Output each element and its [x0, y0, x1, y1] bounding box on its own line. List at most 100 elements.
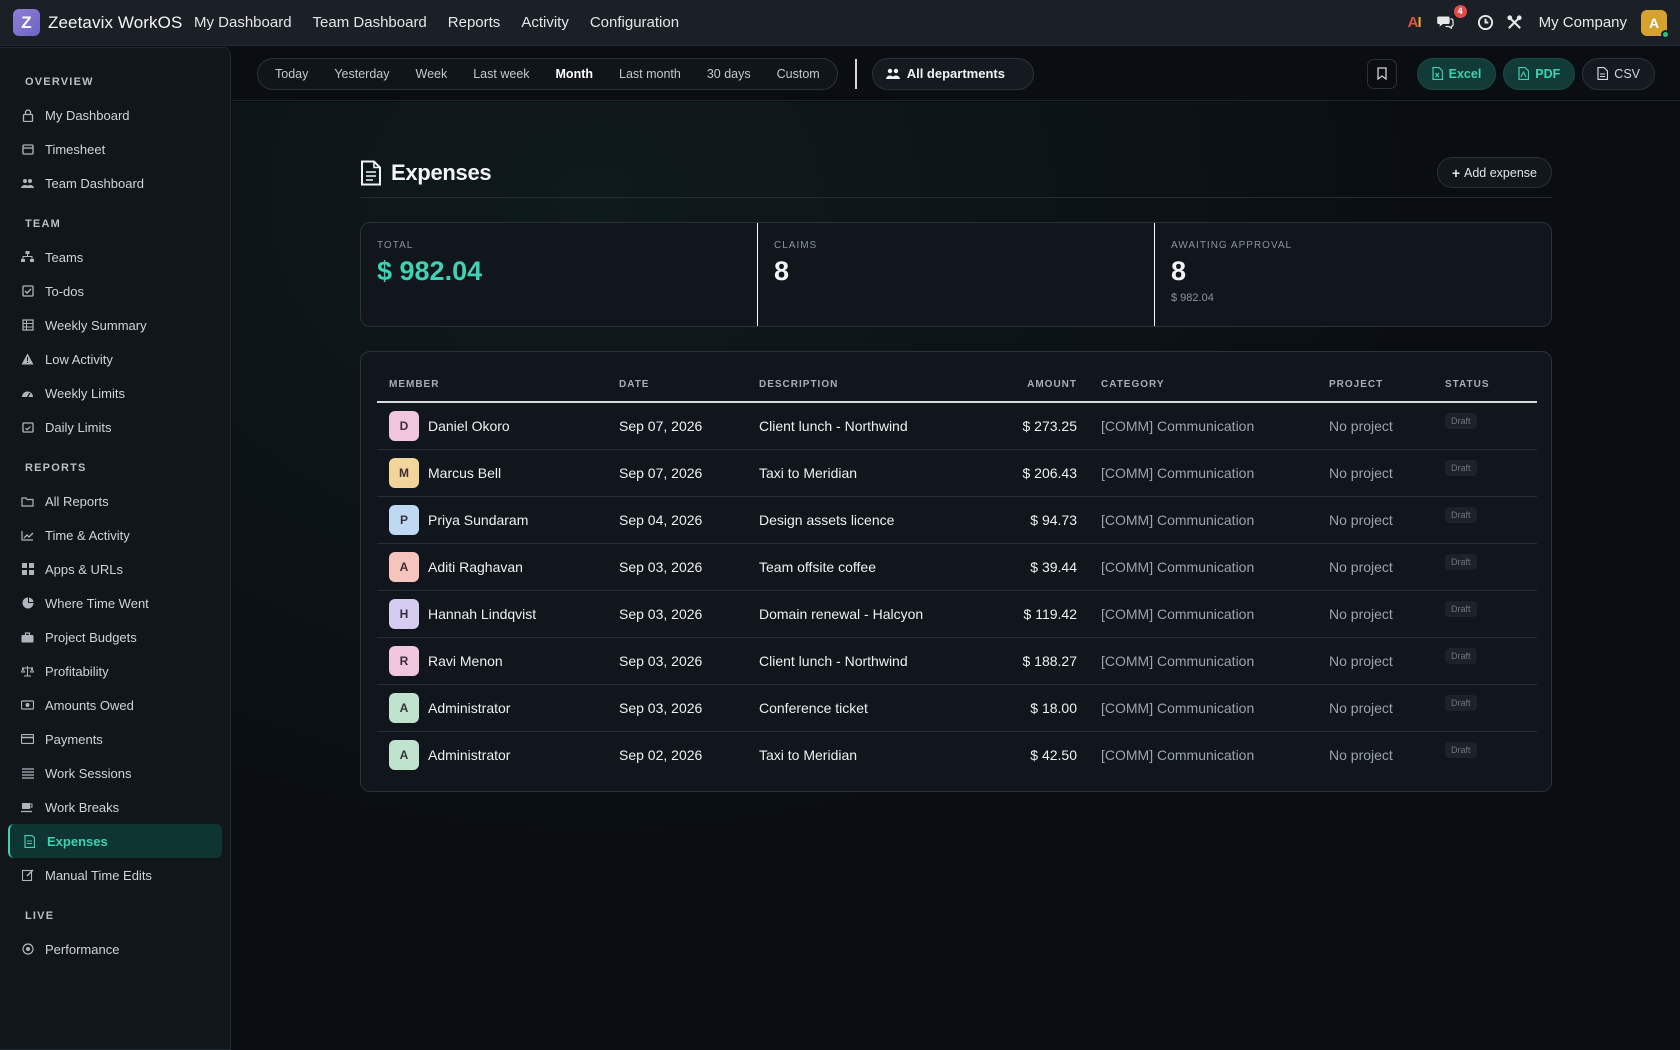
member-avatar: D: [389, 410, 419, 441]
member-info: M Marcus Bell: [389, 457, 607, 488]
sidebar-item-amounts-owed[interactable]: Amounts Owed: [8, 688, 222, 722]
sidebar-item-label: Weekly Limits: [45, 385, 125, 401]
pie-chart-icon: [21, 597, 34, 610]
member-info: A Aditi Raghavan: [389, 551, 607, 582]
export-csv-button[interactable]: CSV: [1582, 57, 1655, 90]
member-avatar: A: [389, 739, 419, 770]
member-avatar: A: [389, 551, 419, 582]
sidebar-item-team-dashboard[interactable]: Team Dashboard: [8, 166, 222, 200]
user-avatar[interactable]: A: [1641, 9, 1670, 39]
clock-icon[interactable]: [1477, 14, 1495, 32]
table-row[interactable]: A Administrator Sep 02, 2026 Taxi to Mer…: [377, 731, 1537, 778]
sidebar-item-manual-time-edits[interactable]: Manual Time Edits: [8, 858, 222, 892]
cell-member: R Ravi Menon: [377, 637, 607, 685]
ai-assistant-icon[interactable]: AI: [1408, 14, 1422, 31]
sidebar-item-label: Project Budgets: [45, 629, 137, 645]
member-avatar: M: [389, 457, 419, 488]
cell-category: [COMM] Communication: [1089, 684, 1317, 732]
column-amount[interactable]: AMOUNT: [967, 368, 1089, 403]
table-row[interactable]: P Priya Sundaram Sep 04, 2026 Design ass…: [377, 496, 1537, 544]
cell-status: Draft: [1433, 496, 1537, 544]
company-switcher[interactable]: My Company: [1539, 14, 1627, 31]
column-description[interactable]: DESCRIPTION: [747, 368, 967, 403]
sidebar-item-payments[interactable]: Payments: [8, 722, 222, 756]
range-yesterday[interactable]: Yesterday: [321, 61, 402, 87]
range-custom[interactable]: Custom: [764, 61, 833, 87]
brand[interactable]: Z Zeetavix WorkOS: [0, 9, 194, 36]
cell-category: [COMM] Communication: [1089, 590, 1317, 638]
cell-amount: $ 18.00: [967, 684, 1089, 732]
table-header-row: MEMBER DATE DESCRIPTION AMOUNT CATEGORY …: [377, 368, 1537, 403]
sidebar-item-label: Where Time Went: [45, 595, 149, 611]
nav-configuration[interactable]: Configuration: [590, 14, 679, 31]
sidebar-item-performance[interactable]: Performance: [8, 932, 222, 966]
sitemap-icon: [21, 251, 34, 264]
nav-activity[interactable]: Activity: [521, 14, 569, 31]
sidebar-section-reports: REPORTS: [25, 462, 87, 474]
cell-category: [COMM] Communication: [1089, 449, 1317, 497]
range-last-week[interactable]: Last week: [460, 61, 542, 87]
document-icon: [361, 160, 381, 185]
sidebar-item-weekly-summary[interactable]: Weekly Summary: [8, 308, 222, 342]
column-member[interactable]: MEMBER: [377, 368, 607, 403]
cell-amount: $ 39.44: [967, 543, 1089, 591]
range-today[interactable]: Today: [262, 61, 321, 87]
sidebar-item-timesheet[interactable]: Timesheet: [8, 132, 222, 166]
table-row[interactable]: A Administrator Sep 03, 2026 Conference …: [377, 684, 1537, 732]
department-filter[interactable]: All departments: [871, 57, 1034, 90]
sidebar-item-teams[interactable]: Teams: [8, 240, 222, 274]
sidebar-item-all-reports[interactable]: All Reports: [8, 484, 222, 518]
table-row[interactable]: R Ravi Menon Sep 03, 2026 Client lunch -…: [377, 637, 1537, 685]
sidebar-item-profitability[interactable]: Profitability: [8, 654, 222, 688]
column-date[interactable]: DATE: [607, 368, 747, 403]
bookmark-button[interactable]: [1366, 58, 1397, 89]
cell-member: D Daniel Okoro: [377, 402, 607, 450]
sidebar-item-label: Expenses: [47, 833, 108, 849]
sidebar-item-work-sessions[interactable]: Work Sessions: [8, 756, 222, 790]
nav-team-dashboard[interactable]: Team Dashboard: [313, 14, 427, 31]
nav-my-dashboard[interactable]: My Dashboard: [194, 14, 292, 31]
sidebar-item-label: Amounts Owed: [45, 697, 134, 713]
scale-icon: [21, 665, 34, 678]
table-row[interactable]: H Hannah Lindqvist Sep 03, 2026 Domain r…: [377, 590, 1537, 638]
online-status-dot: [1661, 29, 1670, 39]
export-excel-button[interactable]: Excel: [1416, 57, 1497, 90]
add-expense-button[interactable]: + Add expense: [1436, 157, 1552, 188]
sidebar-item-label: All Reports: [45, 493, 109, 509]
column-project[interactable]: PROJECT: [1317, 368, 1433, 403]
chat-button[interactable]: 4: [1436, 4, 1467, 32]
sidebar-item-work-breaks[interactable]: Work Breaks: [8, 790, 222, 824]
sidebar-item-low-activity[interactable]: Low Activity: [8, 342, 222, 376]
sidebar-section-live: LIVE: [25, 910, 55, 922]
table-row[interactable]: D Daniel Okoro Sep 07, 2026 Client lunch…: [377, 402, 1537, 450]
nav-reports[interactable]: Reports: [448, 14, 501, 31]
member-avatar: A: [389, 692, 419, 723]
sidebar-item-expenses[interactable]: Expenses: [8, 824, 222, 858]
status-badge: Draft: [1445, 694, 1477, 711]
sidebar-item-where-time-went[interactable]: Where Time Went: [8, 586, 222, 620]
sidebar-item-apps-urls[interactable]: Apps & URLs: [8, 552, 222, 586]
sidebar-item-daily-limits[interactable]: Daily Limits: [8, 410, 222, 444]
tools-icon[interactable]: [1506, 14, 1524, 32]
range-week[interactable]: Week: [403, 61, 461, 87]
sidebar-item-time-activity[interactable]: Time & Activity: [8, 518, 222, 552]
sidebar-section-overview: OVERVIEW: [25, 76, 94, 88]
sidebar-item-weekly-limits[interactable]: Weekly Limits: [8, 376, 222, 410]
range-last-month[interactable]: Last month: [606, 61, 694, 87]
table-row[interactable]: A Aditi Raghavan Sep 03, 2026 Team offsi…: [377, 543, 1537, 591]
users-icon: [885, 68, 900, 80]
column-category[interactable]: CATEGORY: [1089, 368, 1317, 403]
sidebar-item-my-dashboard[interactable]: My Dashboard: [8, 98, 222, 132]
table-row[interactable]: M Marcus Bell Sep 07, 2026 Taxi to Merid…: [377, 449, 1537, 497]
cell-project: No project: [1317, 543, 1433, 591]
sidebar-item-project-budgets[interactable]: Project Budgets: [8, 620, 222, 654]
sidebar-item-label: Time & Activity: [45, 527, 130, 543]
bookmark-icon: [1376, 67, 1387, 80]
status-badge: Draft: [1445, 647, 1477, 664]
range-30-days[interactable]: 30 days: [694, 61, 764, 87]
sidebar-item-to-dos[interactable]: To-dos: [8, 274, 222, 308]
export-pdf-button[interactable]: PDF: [1503, 57, 1576, 90]
department-filter-label: All departments: [906, 66, 1005, 81]
column-status[interactable]: STATUS: [1433, 368, 1537, 403]
range-month[interactable]: Month: [543, 61, 606, 87]
